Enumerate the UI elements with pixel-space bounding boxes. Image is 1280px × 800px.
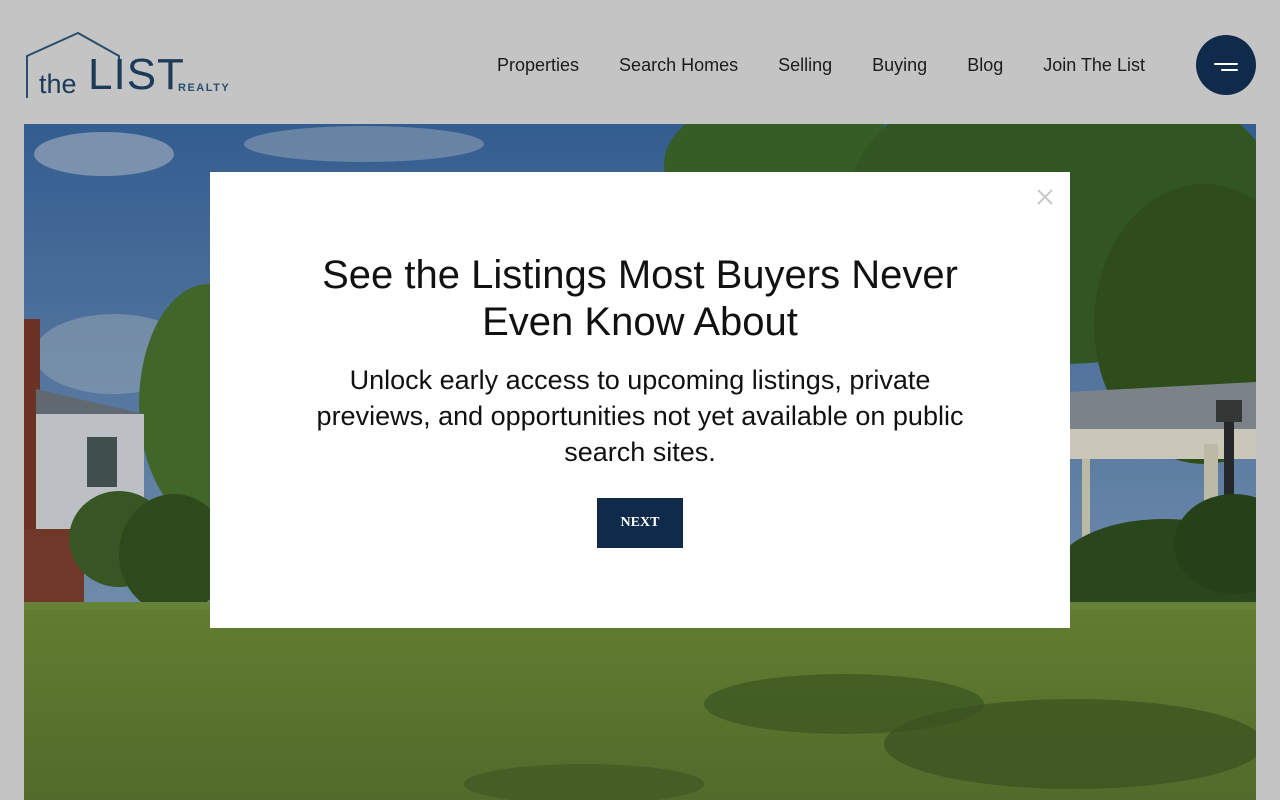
nav-item-join-the-list[interactable]: Join The List: [1043, 54, 1145, 76]
site-header: the LIST REALTY Properties Search Homes …: [0, 0, 1280, 124]
hamburger-menu-icon-line: [1221, 69, 1238, 71]
logo-list-text: LIST: [88, 50, 185, 99]
modal-body: Unlock early access to upcoming listings…: [316, 365, 964, 467]
nav-item-blog[interactable]: Blog: [967, 54, 1003, 76]
nav-item-buying[interactable]: Buying: [872, 54, 927, 76]
menu-button[interactable]: [1196, 35, 1256, 95]
logo-the-text: the: [39, 69, 77, 99]
hamburger-menu-icon: [1214, 63, 1238, 65]
logo-realty-text: REALTY: [178, 82, 231, 94]
modal-title: See the Listings Most Buyers Never Even …: [322, 253, 958, 344]
site-logo[interactable]: the LIST REALTY: [24, 30, 236, 102]
main-nav: Properties Search Homes Selling Buying B…: [497, 54, 1145, 76]
next-button[interactable]: NEXT: [597, 498, 683, 548]
nav-item-properties[interactable]: Properties: [497, 54, 579, 76]
signup-modal: See the Listings Most Buyers Never Even …: [210, 172, 1070, 628]
nav-item-selling[interactable]: Selling: [778, 54, 832, 76]
nav-item-search-homes[interactable]: Search Homes: [619, 54, 738, 76]
close-icon[interactable]: [1036, 188, 1054, 206]
